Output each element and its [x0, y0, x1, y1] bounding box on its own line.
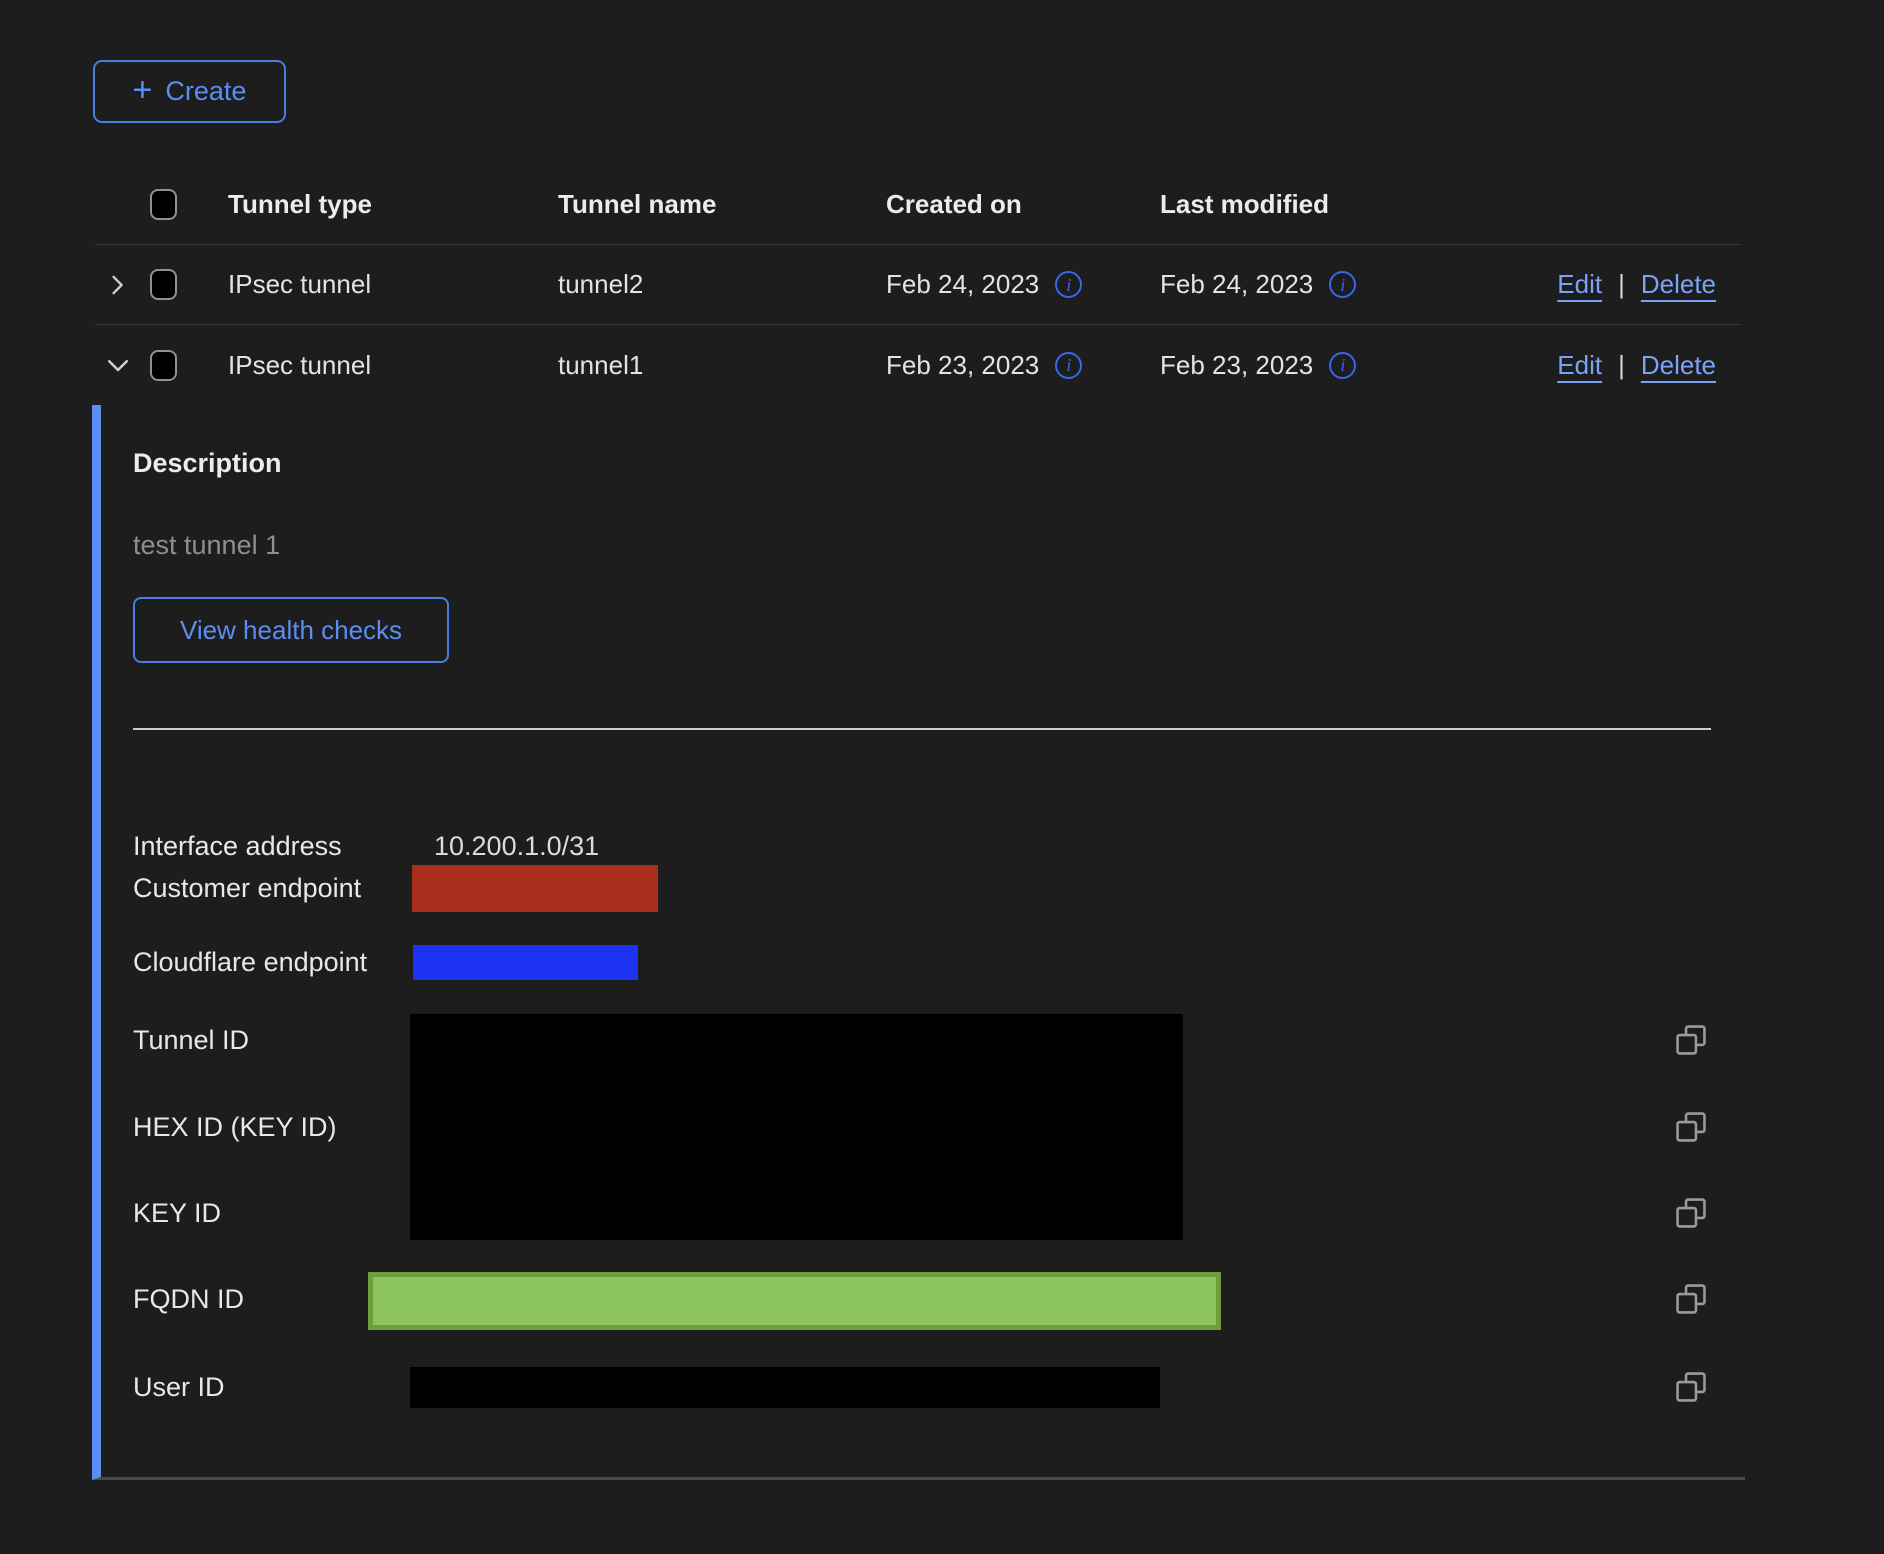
user-id-label: User ID: [133, 1371, 225, 1403]
action-separator: |: [1618, 350, 1625, 381]
info-icon[interactable]: i: [1329, 352, 1356, 379]
edit-link[interactable]: Edit: [1557, 269, 1602, 300]
copy-user-id-button[interactable]: [1674, 1370, 1708, 1404]
copy-tunnel-id-button[interactable]: [1674, 1023, 1708, 1057]
created-on-value: Feb 23, 2023: [886, 350, 1039, 381]
column-header-last-modified: Last modified: [1147, 189, 1437, 220]
create-button-label: Create: [165, 76, 246, 107]
info-icon[interactable]: i: [1329, 271, 1356, 298]
tunnel-id-label: Tunnel ID: [133, 1024, 249, 1056]
view-health-checks-button[interactable]: View health checks: [133, 597, 449, 663]
fqdn-id-redacted-value: [368, 1272, 1221, 1330]
select-all-checkbox[interactable]: [150, 189, 177, 220]
tunnel-name-cell: tunnel1: [545, 350, 873, 381]
row-checkbox[interactable]: [150, 350, 177, 381]
description-value: test tunnel 1: [133, 530, 280, 561]
tunnels-table: Tunnel type Tunnel name Created on Last …: [95, 165, 1740, 405]
tunnel-name-cell: tunnel2: [545, 269, 873, 300]
tunnel-details-panel: Description test tunnel 1 View health ch…: [92, 405, 1745, 1480]
info-icon[interactable]: i: [1055, 352, 1082, 379]
last-modified-value: Feb 23, 2023: [1160, 350, 1313, 381]
chevron-down-icon[interactable]: [103, 350, 133, 380]
column-header-tunnel-name: Tunnel name: [545, 189, 873, 220]
description-label: Description: [133, 448, 282, 479]
hex-id-label: HEX ID (KEY ID): [133, 1111, 337, 1143]
action-separator: |: [1618, 269, 1625, 300]
interface-address-label: Interface address: [133, 830, 342, 862]
table-header-row: Tunnel type Tunnel name Created on Last …: [95, 165, 1740, 245]
customer-endpoint-label: Customer endpoint: [133, 872, 361, 904]
create-button[interactable]: + Create: [93, 60, 286, 123]
plus-icon: +: [133, 73, 153, 107]
column-header-tunnel-type: Tunnel type: [215, 189, 545, 220]
chevron-right-icon[interactable]: [103, 271, 131, 299]
copy-hex-id-button[interactable]: [1674, 1110, 1708, 1144]
cloudflare-endpoint-redacted-value: [413, 945, 638, 980]
copy-fqdn-id-button[interactable]: [1674, 1282, 1708, 1316]
key-id-label: KEY ID: [133, 1197, 221, 1229]
interface-address-value: 10.200.1.0/31: [434, 830, 599, 862]
tunnel-type-cell: IPsec tunnel: [215, 350, 545, 381]
delete-link[interactable]: Delete: [1641, 269, 1716, 300]
fqdn-id-label: FQDN ID: [133, 1283, 244, 1315]
column-header-created-on: Created on: [873, 189, 1147, 220]
ids-redacted-value: [410, 1014, 1183, 1240]
copy-key-id-button[interactable]: [1674, 1196, 1708, 1230]
cloudflare-endpoint-label: Cloudflare endpoint: [133, 946, 367, 978]
user-id-redacted-value: [410, 1367, 1160, 1408]
customer-endpoint-redacted-value: [412, 865, 658, 912]
created-on-value: Feb 24, 2023: [886, 269, 1039, 300]
last-modified-value: Feb 24, 2023: [1160, 269, 1313, 300]
delete-link[interactable]: Delete: [1641, 350, 1716, 381]
table-row-tunnel2: IPsec tunnel tunnel2 Feb 24, 2023 i Feb …: [95, 245, 1740, 325]
info-icon[interactable]: i: [1055, 271, 1082, 298]
section-divider: [133, 728, 1711, 730]
row-checkbox[interactable]: [150, 269, 177, 300]
table-row-tunnel1: IPsec tunnel tunnel1 Feb 23, 2023 i Feb …: [95, 325, 1740, 405]
edit-link[interactable]: Edit: [1557, 350, 1602, 381]
tunnel-type-cell: IPsec tunnel: [215, 269, 545, 300]
tunnels-page: + Create Tunnel type Tunnel name Created…: [0, 0, 1884, 1554]
